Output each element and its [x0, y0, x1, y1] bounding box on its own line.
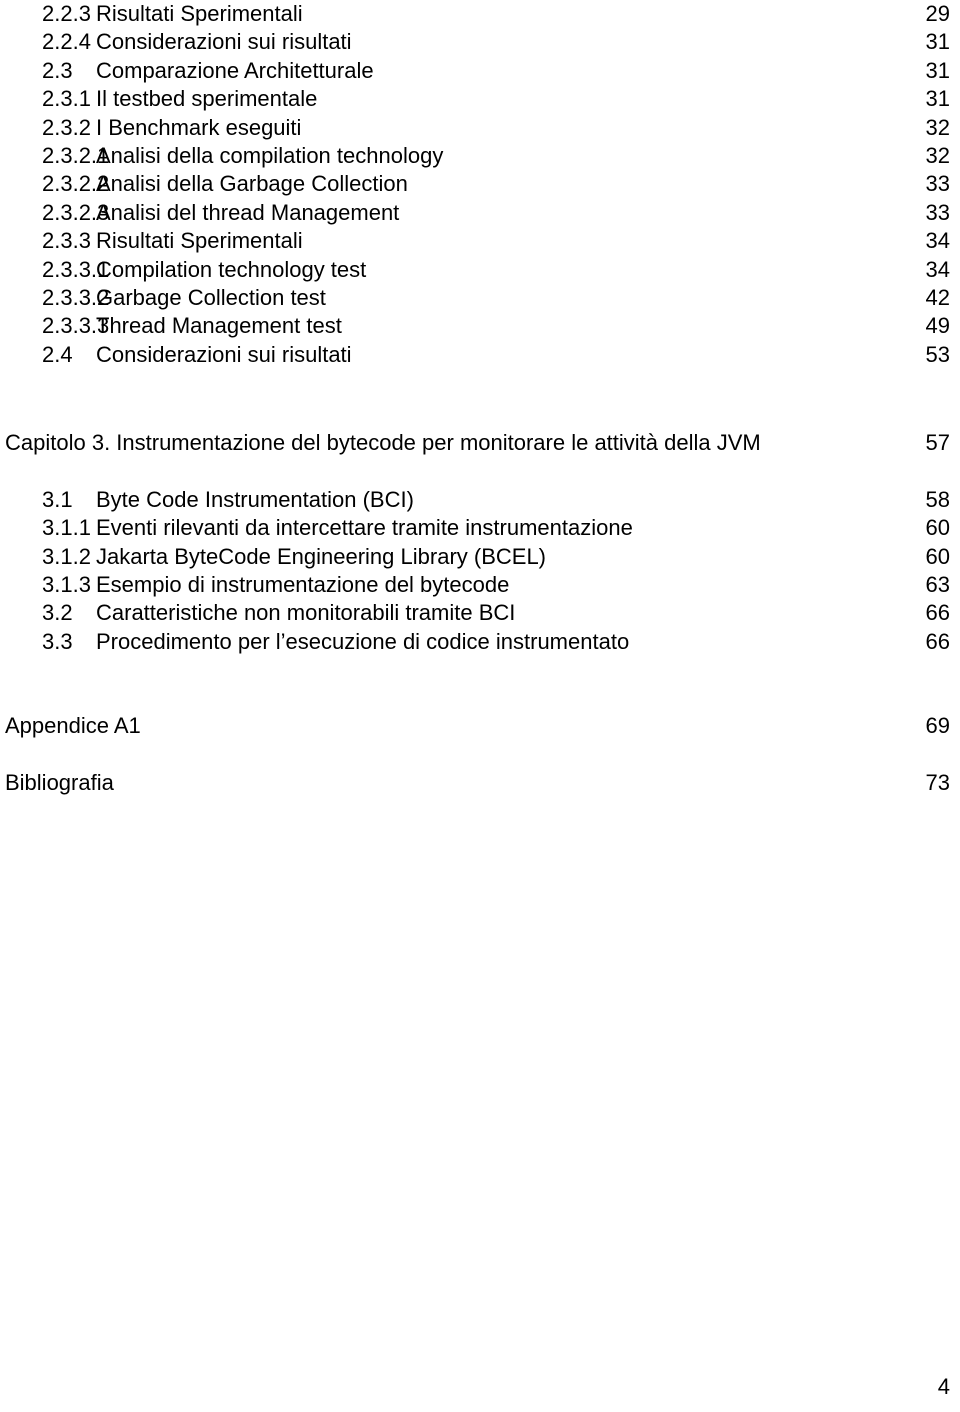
toc-chapter-heading-row[interactable]: Capitolo 3. Instrumentazione del bytecod…: [0, 429, 960, 457]
toc-section-number: 2.3.3.3: [42, 313, 110, 339]
toc-row[interactable]: 3.1 Byte Code Instrumentation (BCI) 58: [0, 486, 960, 514]
toc-bibliography-row[interactable]: Bibliografia 73: [0, 769, 960, 797]
toc-section-title: Analisi della Garbage Collection: [96, 171, 408, 197]
toc-page-number: 66: [925, 600, 950, 626]
toc-chapter-title: Capitolo 3. Instrumentazione del bytecod…: [5, 430, 761, 456]
toc-section-number: 3.2: [42, 600, 73, 626]
toc-section-title: Analisi del thread Management: [96, 199, 400, 225]
toc-page-number: 33: [925, 171, 950, 197]
toc-group-chapter-2: 2.2.3 Risultati Sperimentali 29 2.2.4 Co…: [0, 0, 960, 369]
toc-page-number: 53: [925, 341, 950, 367]
toc-row[interactable]: 2.2.4 Considerazioni sui risultati 31: [0, 28, 960, 56]
toc-section-title: Thread Management test: [96, 313, 342, 339]
toc-row[interactable]: 3.1.3 Esempio di instrumentazione del by…: [0, 571, 960, 599]
toc-row[interactable]: 2.3.1 Il testbed sperimentale 31: [0, 85, 960, 113]
toc-page-number: 32: [925, 143, 950, 169]
toc-page-number: 73: [925, 769, 950, 795]
toc-section-title: Garbage Collection test: [96, 285, 326, 311]
toc-page-number: 34: [925, 256, 950, 282]
toc-section-number: 2.3.2.2: [42, 171, 110, 197]
toc-section-number: 2.3.1: [42, 86, 91, 112]
toc-page-number: 31: [925, 57, 950, 83]
toc-section-title: Procedimento per l’esecuzione di codice …: [96, 628, 630, 654]
toc-row[interactable]: 2.3.2.1 Analisi della compilation techno…: [0, 142, 960, 170]
toc-page-number: 29: [925, 1, 950, 26]
table-of-contents: 2.2.3 Risultati Sperimentali 29 2.2.4 Co…: [0, 0, 960, 797]
toc-section-title: Risultati Sperimentali: [96, 228, 303, 254]
toc-section-number: 2.3.3.1: [42, 256, 110, 282]
toc-section-number: 2.2.3: [42, 1, 91, 26]
toc-row[interactable]: 3.2 Caratteristiche non monitorabili tra…: [0, 599, 960, 627]
toc-row[interactable]: 2.3.2.2 Analisi della Garbage Collection…: [0, 170, 960, 198]
toc-section-number: 2.3.2.3: [42, 199, 110, 225]
toc-page-number: 60: [925, 543, 950, 569]
toc-page-number: 58: [925, 486, 950, 512]
toc-section-title: Byte Code Instrumentation (BCI): [96, 486, 414, 512]
toc-page-number: 31: [925, 29, 950, 55]
toc-section-title: Eventi rilevanti da intercettare tramite…: [96, 515, 633, 541]
toc-appendix-row[interactable]: Appendice A1 69: [0, 712, 960, 740]
toc-section-number: 2.3.3: [42, 228, 91, 254]
toc-row[interactable]: 2.3.2.3 Analisi del thread Management 33: [0, 199, 960, 227]
toc-section-number: 3.3: [42, 628, 73, 654]
toc-row[interactable]: 3.1.2 Jakarta ByteCode Engineering Libra…: [0, 543, 960, 571]
toc-section-title: Comparazione Architetturale: [96, 57, 374, 83]
toc-row[interactable]: 2.3.2 I Benchmark eseguiti 32: [0, 114, 960, 142]
toc-section-number: 2.3.2: [42, 114, 91, 140]
toc-section-number: 2.3.3.2: [42, 285, 110, 311]
toc-section-title: Esempio di instrumentazione del bytecode: [96, 571, 510, 597]
toc-group-chapter-3: 3.1 Byte Code Instrumentation (BCI) 58 3…: [0, 486, 960, 656]
toc-row[interactable]: 2.4 Considerazioni sui risultati 53: [0, 341, 960, 369]
toc-page-number: 63: [925, 571, 950, 597]
toc-section-number: 2.3.2.1: [42, 143, 110, 169]
toc-page-number: 34: [925, 228, 950, 254]
toc-section-number: 3.1.3: [42, 571, 91, 597]
toc-section-title: Jakarta ByteCode Engineering Library (BC…: [96, 543, 547, 569]
toc-section-title: Considerazioni sui risultati: [96, 29, 352, 55]
toc-page-number: 69: [925, 713, 950, 739]
toc-row[interactable]: 2.2.3 Risultati Sperimentali 29: [0, 0, 960, 28]
toc-section-number: 3.1.2: [42, 543, 91, 569]
toc-section-title: I Benchmark eseguiti: [96, 114, 302, 140]
toc-section-number: 2.2.4: [42, 29, 91, 55]
toc-page-number: 42: [925, 285, 950, 311]
toc-section-title: Risultati Sperimentali: [96, 1, 303, 26]
toc-row[interactable]: 2.3.3.3 Thread Management test 49: [0, 312, 960, 340]
toc-page-number: 49: [925, 313, 950, 339]
toc-row[interactable]: 2.3.3 Risultati Sperimentali 34: [0, 227, 960, 255]
toc-section-number: 2.3: [42, 57, 73, 83]
toc-page-number: 32: [925, 114, 950, 140]
toc-row[interactable]: 3.1.1 Eventi rilevanti da intercettare t…: [0, 514, 960, 542]
toc-page-number: 60: [925, 515, 950, 541]
toc-appendix-title: Appendice A1: [5, 713, 141, 739]
toc-page-number: 33: [925, 199, 950, 225]
toc-page-number: 57: [925, 430, 950, 456]
toc-row[interactable]: 2.3 Comparazione Architetturale 31: [0, 57, 960, 85]
toc-row[interactable]: 2.3.3.1 Compilation technology test 34: [0, 256, 960, 284]
toc-page-number: 66: [925, 628, 950, 654]
toc-section-title: Analisi della compilation technology: [96, 143, 444, 169]
toc-section-number: 3.1.1: [42, 515, 91, 541]
document-page: 2.2.3 Risultati Sperimentali 29 2.2.4 Co…: [0, 0, 960, 1412]
toc-section-number: 3.1: [42, 486, 73, 512]
toc-section-title: Considerazioni sui risultati: [96, 341, 352, 367]
toc-section-title: Caratteristiche non monitorabili tramite…: [96, 600, 516, 626]
toc-page-number: 31: [925, 86, 950, 112]
toc-row[interactable]: 3.3 Procedimento per l’esecuzione di cod…: [0, 628, 960, 656]
page-folio-number: 4: [937, 1374, 950, 1399]
toc-row[interactable]: 2.3.3.2 Garbage Collection test 42: [0, 284, 960, 312]
toc-section-title: Compilation technology test: [96, 256, 367, 282]
toc-section-number: 2.4: [42, 341, 73, 367]
toc-section-title: Il testbed sperimentale: [96, 86, 318, 112]
toc-bibliography-title: Bibliografia: [5, 769, 114, 795]
